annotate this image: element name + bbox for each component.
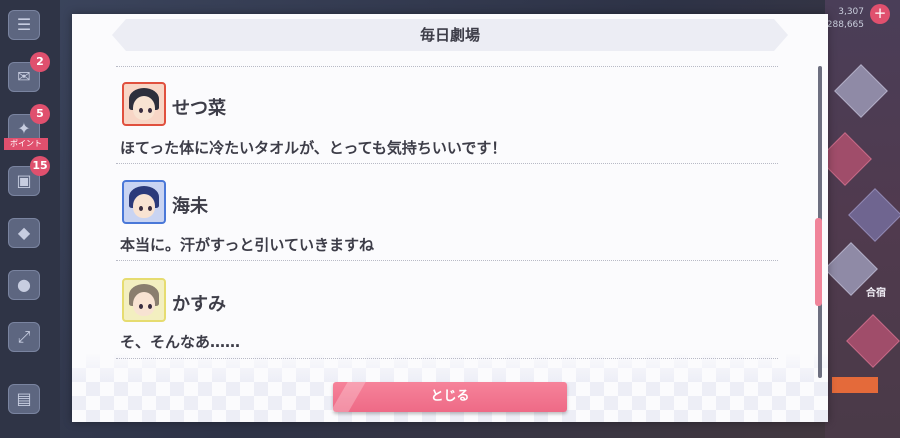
umi-avatar-icon bbox=[122, 180, 166, 224]
close-button[interactable]: とじる bbox=[333, 382, 567, 412]
avatar-eye-left bbox=[139, 206, 143, 211]
currency-value-2: 288,665 bbox=[826, 20, 864, 30]
speaker-name: せつ菜 bbox=[172, 98, 226, 119]
avatar-eye-right bbox=[148, 108, 152, 113]
avatar-eye-left bbox=[139, 304, 143, 309]
avatar-eye-left bbox=[139, 108, 143, 113]
camera-icon: ▤ bbox=[16, 389, 32, 408]
dialogue-line: ほてった体に冷たいタオルが、とっても気持ちいいです！ bbox=[120, 139, 507, 157]
dialog-title-bar: 毎日劇場 bbox=[112, 19, 788, 51]
fullscreen-icon: ⤢ bbox=[17, 327, 31, 346]
chat-badge: 2 bbox=[30, 52, 50, 72]
live-tag bbox=[832, 377, 878, 393]
member-button[interactable]: ● bbox=[8, 270, 40, 300]
member-icon: ● bbox=[17, 275, 31, 294]
scrollbar-thumb[interactable] bbox=[815, 218, 822, 306]
present-badge: 5 bbox=[30, 104, 50, 124]
mission-button[interactable]: ◆ bbox=[8, 218, 40, 248]
add-currency-button[interactable]: + bbox=[870, 4, 890, 24]
speaker-name: かすみ bbox=[172, 294, 226, 315]
event-tag: ボイント bbox=[4, 138, 48, 150]
menu-icon: ☰ bbox=[16, 15, 32, 34]
menu-button[interactable]: ☰ bbox=[8, 10, 40, 40]
entry-divider bbox=[116, 163, 778, 164]
avatar-face bbox=[133, 96, 155, 120]
setsuna-avatar-icon bbox=[122, 82, 166, 126]
title-divider bbox=[116, 66, 778, 67]
dialog-title: 毎日劇場 bbox=[419, 26, 480, 44]
entry-divider bbox=[116, 260, 778, 261]
speaker-name: 海未 bbox=[172, 196, 208, 217]
kasumi-avatar-icon bbox=[122, 278, 166, 322]
daily-theater-dialog: 毎日劇場 せつ菜 ほてった体に冷たいタオルが、とっても気持ちいいです！ 海未 本… bbox=[72, 14, 828, 422]
dialogue-entry: かすみ そ、そんなあ…… bbox=[116, 276, 778, 362]
dialogue-entry: せつ菜 ほてった体に冷たいタオルが、とっても気持ちいいです！ bbox=[116, 80, 778, 166]
dialogue-line: そ、そんなあ…… bbox=[120, 333, 241, 351]
currency-display: 3,307 288,665 bbox=[827, 6, 864, 32]
avatar-eye-right bbox=[148, 206, 152, 211]
dialogue-entry: 海未 本当に。汗がすっと引いていきますね bbox=[116, 178, 778, 264]
entry-divider bbox=[116, 358, 778, 359]
camera-button[interactable]: ▤ bbox=[8, 384, 40, 414]
avatar-eye-right bbox=[148, 304, 152, 309]
mission-icon: ◆ bbox=[17, 223, 31, 242]
fullscreen-button[interactable]: ⤢ bbox=[8, 322, 40, 352]
gift-badge: 15 bbox=[30, 156, 50, 176]
avatar-face bbox=[133, 292, 155, 316]
dialogue-line: 本当に。汗がすっと引いていきますね bbox=[120, 236, 374, 254]
training-label: 合宿 bbox=[866, 288, 886, 299]
currency-value-1: 3,307 bbox=[838, 7, 864, 17]
avatar-face bbox=[133, 194, 155, 218]
